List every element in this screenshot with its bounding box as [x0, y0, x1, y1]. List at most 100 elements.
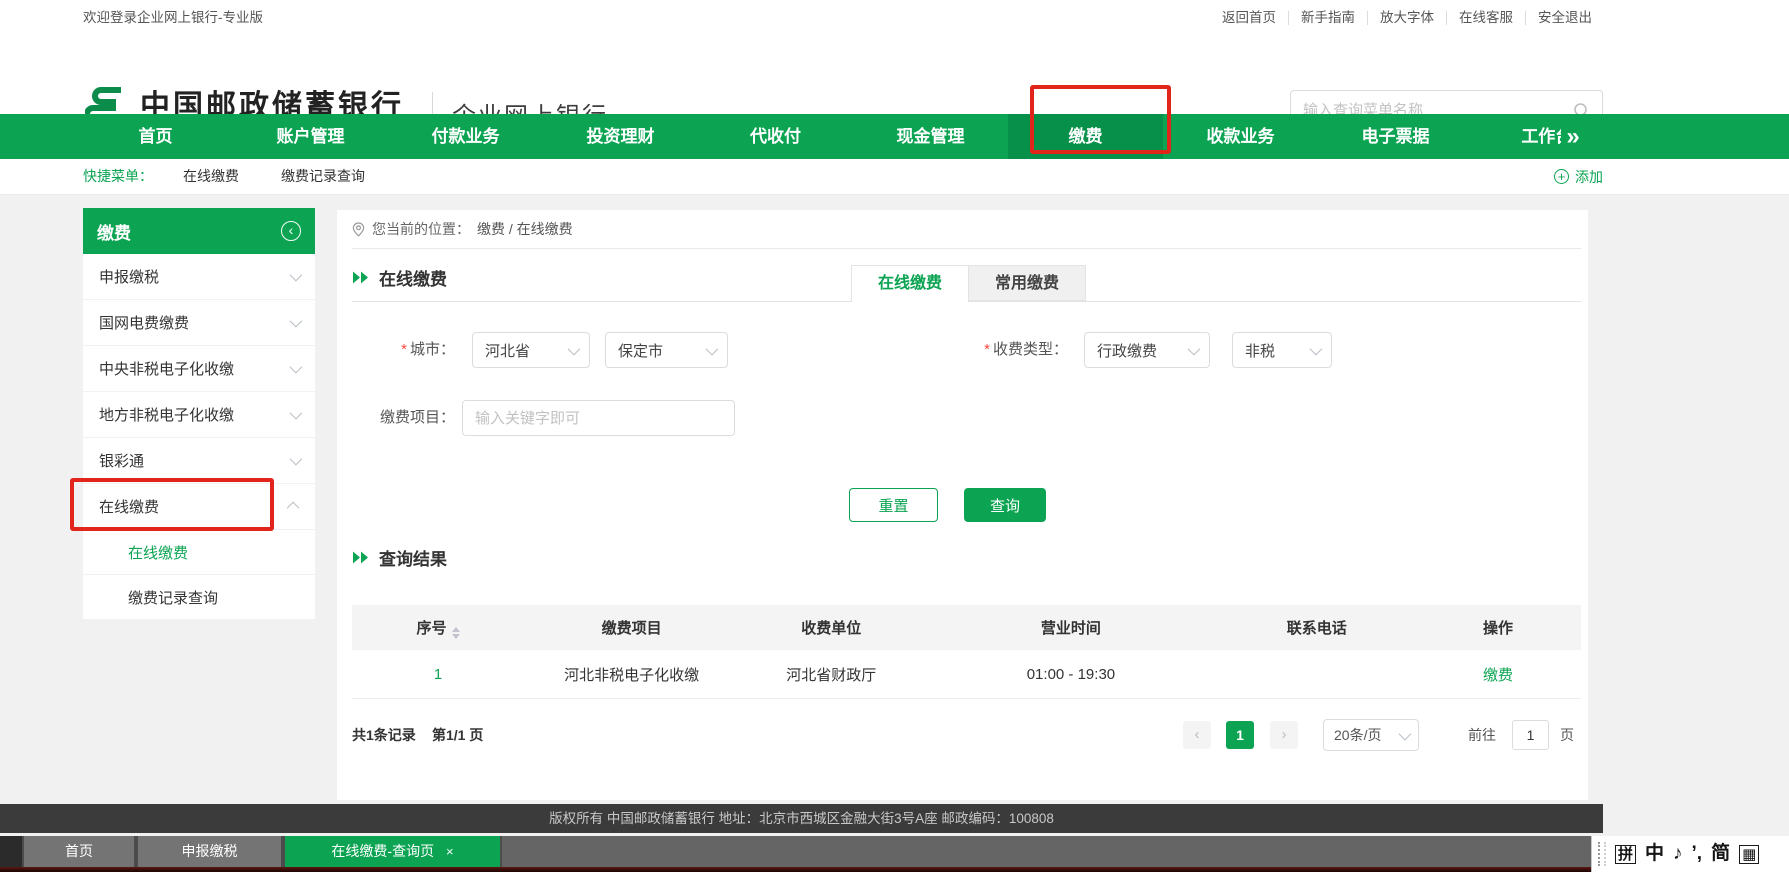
taskbar-left-edge	[0, 836, 22, 867]
chevron-up-icon	[287, 502, 300, 515]
ime-chinese-mode-icon[interactable]: 中	[1645, 839, 1664, 869]
city-select[interactable]: 保定市	[605, 332, 728, 368]
taskbar-bottom-strip	[0, 867, 1789, 872]
nav-item-receivables[interactable]: 收款业务	[1163, 114, 1318, 159]
col-phone: 联系电话	[1218, 617, 1415, 638]
col-action: 操作	[1415, 617, 1581, 638]
chevron-down-icon	[290, 315, 303, 328]
double-arrow-icon	[352, 271, 369, 284]
required-mark: *	[401, 341, 407, 358]
taskbar-strip: 首页 申报缴税 在线缴费-查询页 ×	[0, 836, 1789, 867]
quick-menu-label: 快捷菜单：	[83, 159, 153, 194]
fee-type-label: *收费类型：	[868, 332, 1068, 368]
link-return-home[interactable]: 返回首页	[1210, 11, 1288, 25]
sidebar-item-state-grid-electricity[interactable]: 国网电费缴费	[83, 300, 315, 346]
ime-pinyin-icon[interactable]: 拼	[1615, 845, 1636, 864]
ime-punctuation-icon[interactable]: ’,	[1692, 839, 1703, 869]
sidebar-subitem-label: 缴费记录查询	[128, 587, 218, 608]
main-panel: 您当前的位置： 缴费 / 在线缴费 在线缴费 在线缴费 常用缴费 *城市：	[337, 210, 1588, 800]
table-header-row: 序号 缴费项目 收费单位 营业时间 联系电话 操作	[352, 605, 1581, 650]
nav-item-fee-payment[interactable]: 缴费	[1008, 114, 1163, 159]
tab-online-payment[interactable]: 在线缴费	[851, 265, 969, 302]
nav-item-e-bills[interactable]: 电子票据	[1318, 114, 1473, 159]
ime-tone-icon[interactable]: ♪	[1673, 839, 1683, 869]
ime-drag-handle[interactable]	[1598, 842, 1606, 866]
sidebar: 缴费 ‹ 申报缴税 国网电费缴费 中央非税电子化收缴 地方非税电子化收缴 银彩通	[83, 208, 315, 620]
quick-menu-online-payment[interactable]: 在线缴费	[183, 159, 239, 194]
sidebar-subitem-payment-records[interactable]: 缴费记录查询	[83, 575, 315, 620]
sidebar-subitem-online-payment[interactable]: 在线缴费	[83, 530, 315, 575]
city-value: 保定市	[618, 340, 663, 361]
sidebar-item-central-nontax[interactable]: 中央非税电子化收缴	[83, 346, 315, 392]
province-select[interactable]: 河北省	[472, 332, 590, 368]
goto-page-input[interactable]	[1512, 720, 1549, 750]
quick-menu-payment-records[interactable]: 缴费记录查询	[281, 159, 365, 194]
query-button[interactable]: 查询	[964, 488, 1046, 522]
sidebar-item-declare-tax[interactable]: 申报缴税	[83, 254, 315, 300]
link-enlarge-font[interactable]: 放大字体	[1367, 11, 1446, 25]
nav-item-cash-mgmt[interactable]: 现金管理	[853, 114, 1008, 159]
main-nav: 首页 账户管理 付款业务 投资理财 代收付 现金管理 缴费 收款业务 电子票据 …	[0, 114, 1789, 159]
chevron-down-icon	[290, 407, 303, 420]
project-keyword-input[interactable]	[462, 400, 735, 436]
copyright-bar: 版权所有 中国邮政储蓄银行 地址：北京市西城区金融大街3号A座 邮政编码：100…	[0, 804, 1603, 833]
link-beginner-guide[interactable]: 新手指南	[1288, 11, 1367, 25]
link-online-service[interactable]: 在线客服	[1446, 11, 1525, 25]
welcome-text: 欢迎登录企业网上银行-专业版	[83, 0, 263, 36]
chevron-down-icon	[290, 453, 303, 466]
fee-type-select[interactable]: 行政缴费	[1084, 332, 1210, 368]
sidebar-item-local-nontax[interactable]: 地方非税电子化收缴	[83, 392, 315, 438]
sidebar-item-yincaitong[interactable]: 银彩通	[83, 438, 315, 484]
sidebar-item-online-payment[interactable]: 在线缴费	[83, 484, 315, 530]
sort-icon[interactable]	[452, 627, 460, 639]
tab-frequent-payment[interactable]: 常用缴费	[968, 265, 1086, 301]
sidebar-header: 缴费 ‹	[83, 208, 315, 254]
chevron-down-icon	[290, 361, 303, 374]
breadcrumb-path: 缴费 / 在线缴费	[477, 219, 573, 239]
required-mark: *	[984, 341, 990, 358]
content-area: 缴费 ‹ 申报缴税 国网电费缴费 中央非税电子化收缴 地方非税电子化收缴 银彩通	[0, 195, 1789, 836]
col-hours: 营业时间	[923, 617, 1218, 638]
section-title: 在线缴费	[379, 265, 447, 290]
col-seq[interactable]: 序号	[352, 617, 524, 639]
add-quick-menu-button[interactable]: + 添加	[1554, 159, 1603, 194]
taskbar-tab-home[interactable]: 首页	[22, 836, 136, 867]
page-size-select[interactable]: 20条/页	[1323, 719, 1419, 751]
nav-item-investment[interactable]: 投资理财	[543, 114, 698, 159]
prev-page-button[interactable]: ‹	[1183, 721, 1211, 749]
top-links: 返回首页 新手指南 放大字体 在线客服 安全退出	[1210, 0, 1604, 36]
taskbar-tab-online-payment-query[interactable]: 在线缴费-查询页 ×	[283, 836, 502, 867]
nav-item-payment[interactable]: 付款业务	[388, 114, 543, 159]
reset-button[interactable]: 重置	[849, 488, 938, 522]
fee-subtype-select[interactable]: 非税	[1232, 332, 1332, 368]
close-icon[interactable]: ×	[446, 844, 454, 859]
ime-keyboard-icon[interactable]: ▦	[1739, 845, 1759, 864]
taskbar-tab-declare-tax[interactable]: 申报缴税	[136, 836, 283, 867]
row-unit: 河北省财政厅	[739, 664, 923, 685]
double-chevron-right-icon[interactable]: »	[1566, 117, 1579, 157]
quick-menu-items: 在线缴费 缴费记录查询	[183, 159, 365, 194]
nav-item-account-mgmt[interactable]: 账户管理	[233, 114, 388, 159]
current-page-button[interactable]: 1	[1226, 721, 1254, 749]
sidebar-item-label: 银彩通	[99, 450, 144, 471]
fee-type-value: 行政缴费	[1097, 340, 1157, 361]
province-value: 河北省	[485, 340, 530, 361]
sidebar-submenu: 在线缴费 缴费记录查询	[83, 530, 315, 620]
sidebar-item-label: 在线缴费	[99, 496, 159, 517]
nav-item-collection-payment[interactable]: 代收付	[698, 114, 853, 159]
pay-action-link[interactable]: 缴费	[1415, 664, 1581, 685]
sidebar-collapse-icon[interactable]: ‹	[281, 221, 301, 241]
ime-simplified-icon[interactable]: 简	[1711, 839, 1730, 869]
sidebar-item-label: 申报缴税	[99, 266, 159, 287]
breadcrumb: 您当前的位置： 缴费 / 在线缴费	[352, 210, 1581, 249]
nav-workbench-label: 工作台	[1521, 114, 1561, 159]
nav-item-workbench[interactable]: 工作台 »	[1473, 114, 1628, 159]
nav-item-home[interactable]: 首页	[78, 114, 233, 159]
link-safe-logout[interactable]: 安全退出	[1525, 11, 1604, 25]
breadcrumb-prefix: 您当前的位置：	[372, 219, 470, 239]
project-label: 缴费项目：	[337, 400, 455, 436]
next-page-button[interactable]: ›	[1270, 721, 1298, 749]
row-project: 河北非税电子化收缴	[524, 664, 739, 685]
sidebar-title: 缴费	[97, 219, 131, 244]
fee-subtype-value: 非税	[1245, 340, 1275, 361]
